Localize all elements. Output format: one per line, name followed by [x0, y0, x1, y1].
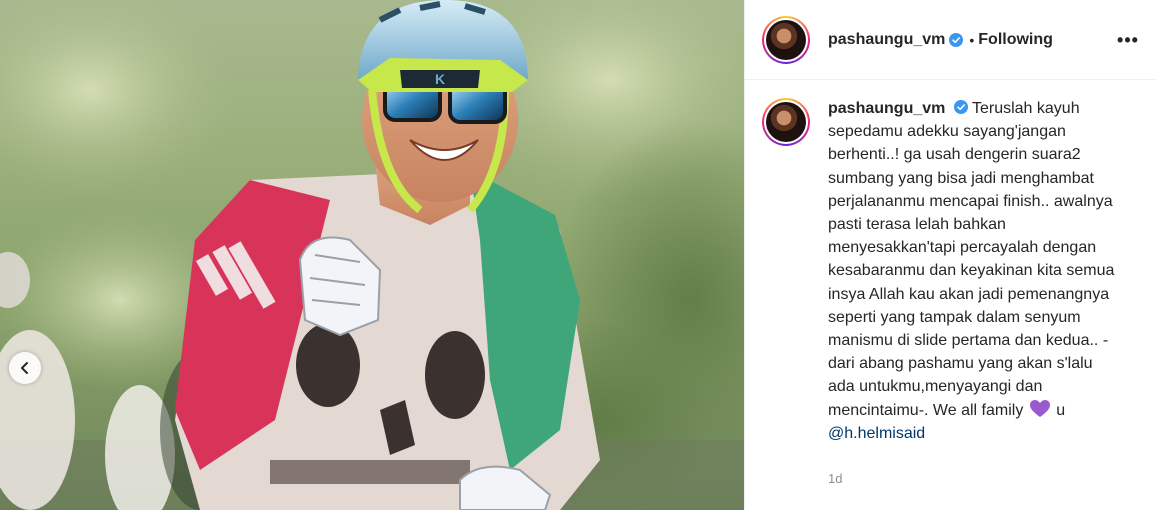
avatar[interactable] [762, 15, 810, 64]
caption-text-after-heart: u [1056, 401, 1066, 419]
header-separator: • [969, 31, 975, 48]
verified-badge-icon [949, 32, 964, 47]
following-button[interactable]: Following [978, 31, 1053, 49]
caption-body: pashaungu_vm Teruslah kayuh sepedamu ade… [828, 97, 1118, 490]
post-timestamp[interactable]: 1d [828, 467, 1118, 490]
header-username[interactable]: pashaungu_vm [828, 31, 945, 49]
purple-heart-icon [1029, 399, 1050, 417]
svg-text:K: K [435, 71, 445, 87]
caption-avatar[interactable] [762, 98, 810, 146]
mention-link[interactable]: @h.helmisaid [828, 425, 925, 442]
more-options-icon[interactable]: ••• [1116, 28, 1140, 52]
post-header: pashaungu_vm • Following ••• [745, 0, 1156, 80]
caption: pashaungu_vm Teruslah kayuh sepedamu ade… [745, 80, 1156, 490]
cyclist-photo-illustration: K [0, 0, 744, 510]
chevron-left-icon [21, 362, 28, 374]
verified-badge-icon [953, 100, 968, 114]
post-photo: K [0, 0, 744, 510]
caption-username[interactable]: pashaungu_vm [828, 100, 945, 117]
post-side-panel: pashaungu_vm • Following ••• pashaungu_v… [744, 0, 1156, 510]
previous-slide-button[interactable] [9, 352, 41, 384]
caption-text: Teruslah kayuh sepedamu adekku sayang'ja… [828, 100, 1119, 419]
